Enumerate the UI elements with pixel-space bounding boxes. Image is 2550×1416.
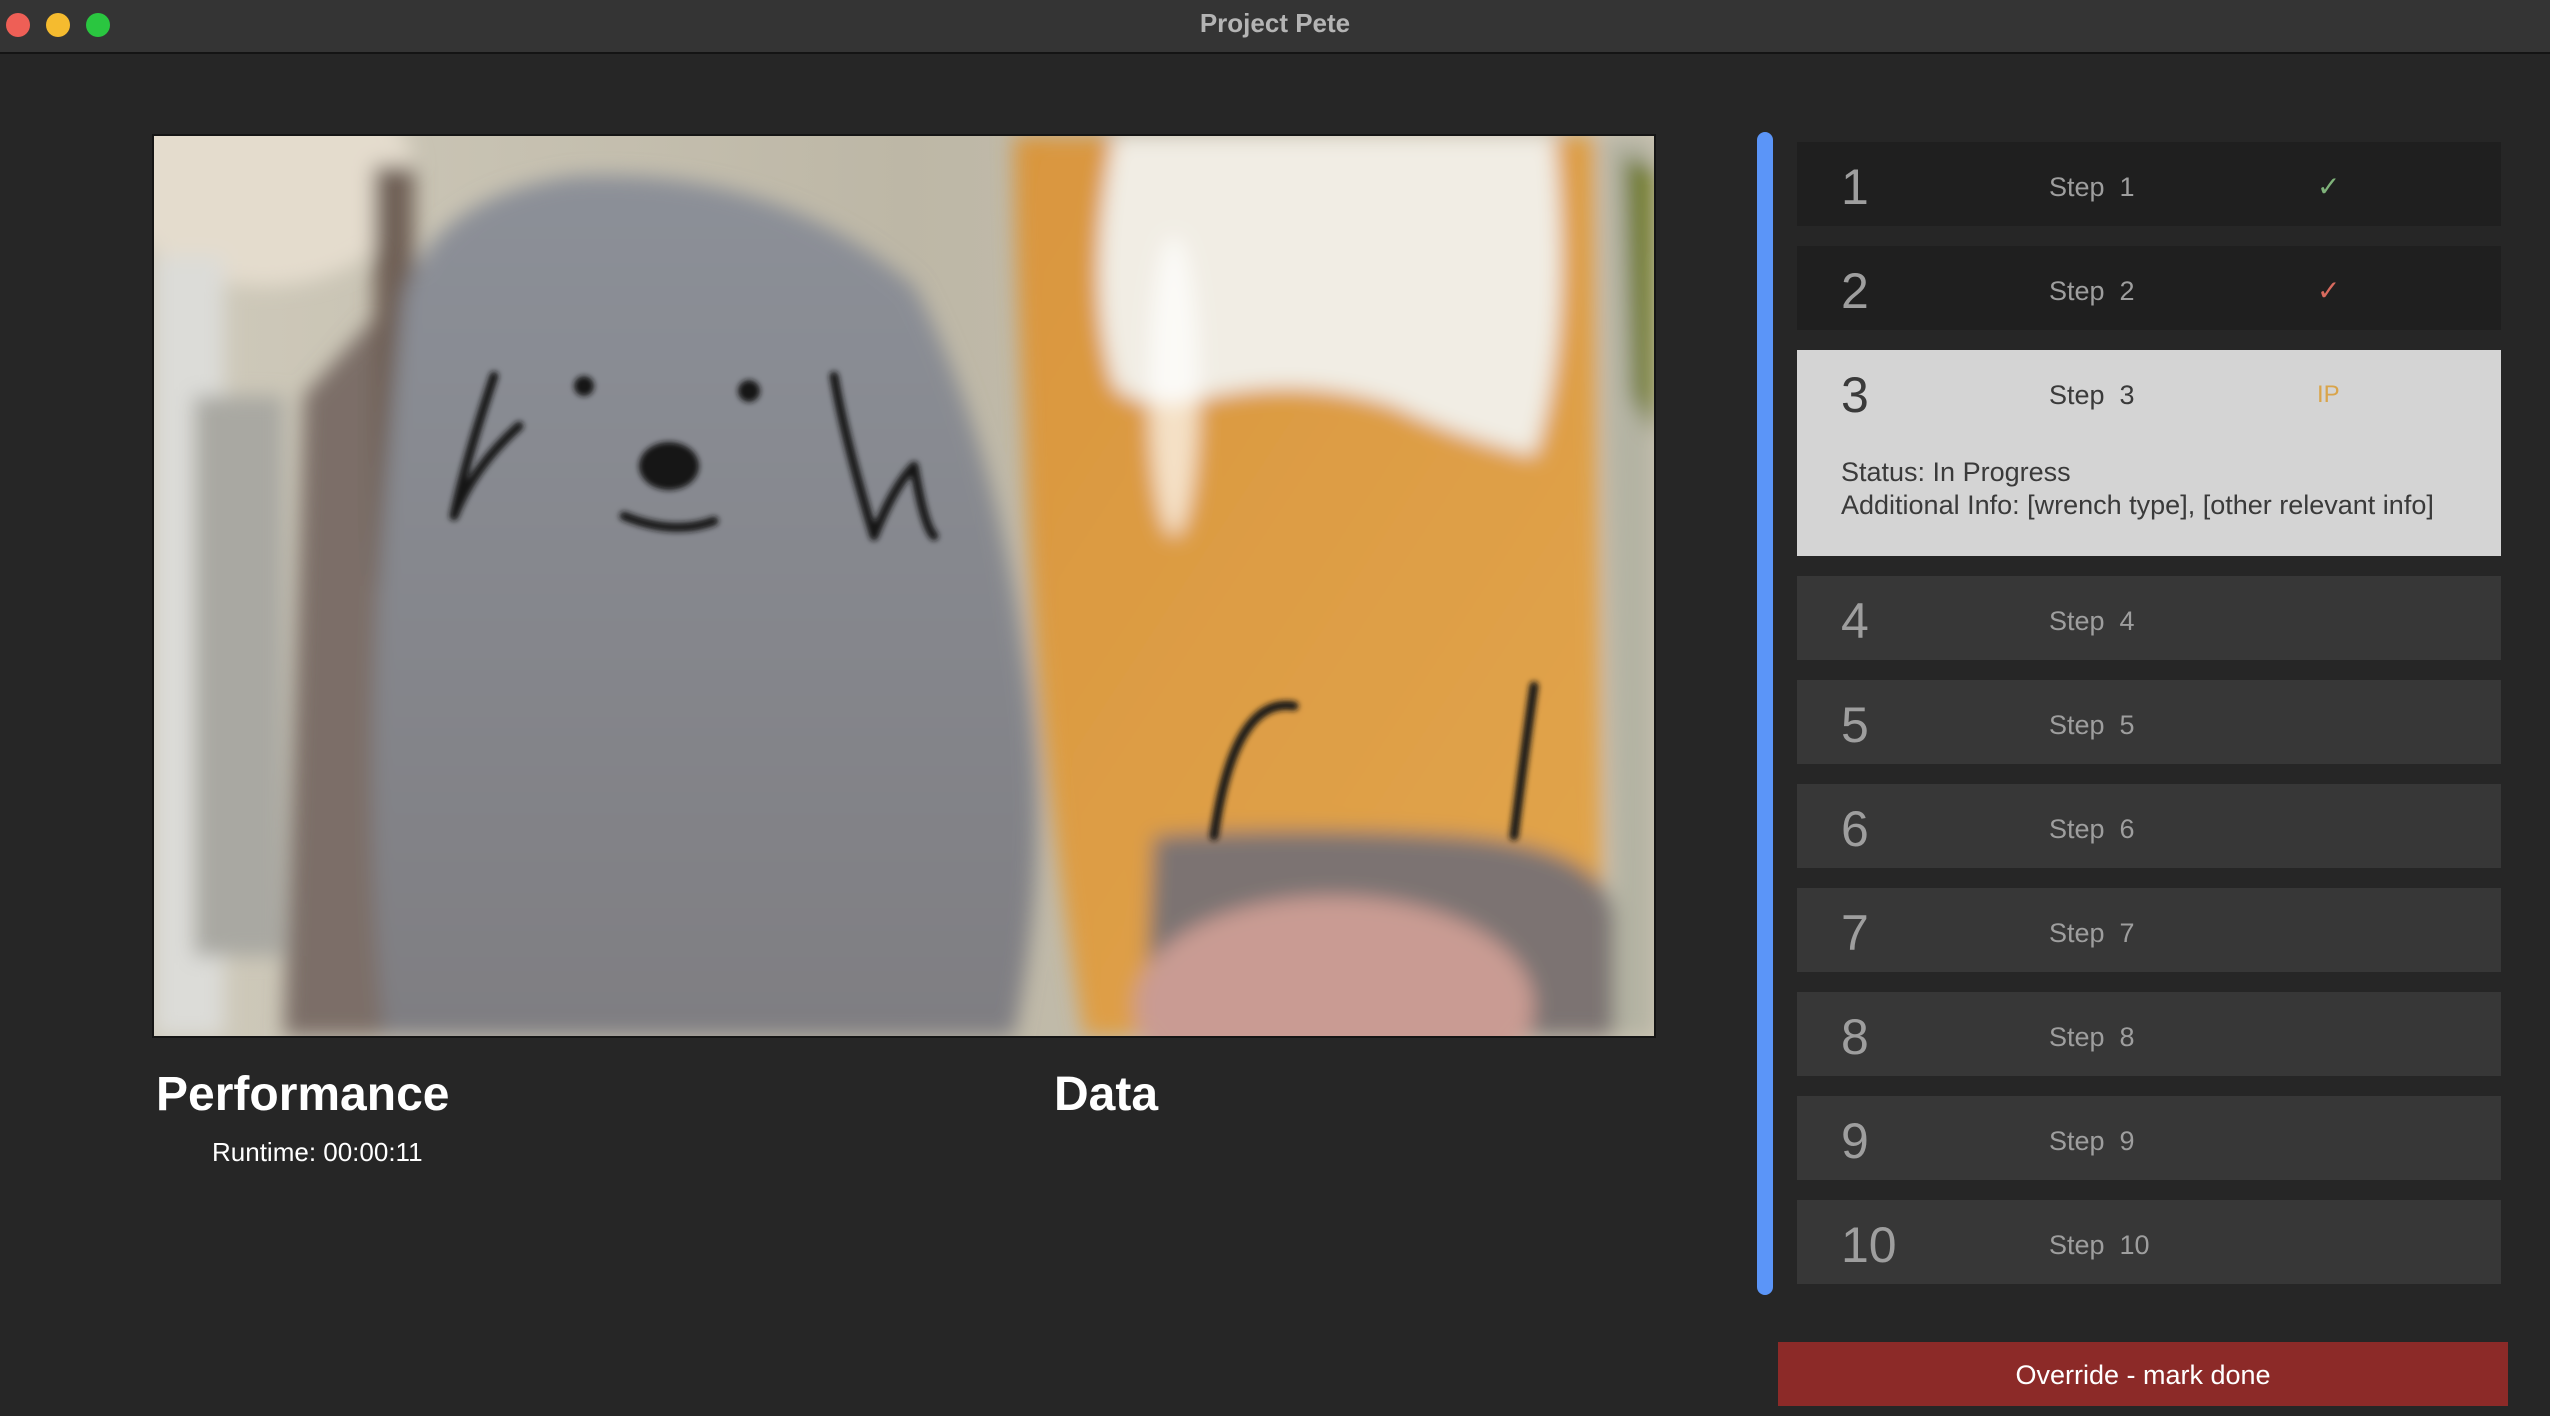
step-item-9[interactable]: 9 Step 9 bbox=[1797, 1096, 2501, 1180]
step-details: Status: In Progress Additional Info: [wr… bbox=[1841, 456, 2434, 522]
step-item-7[interactable]: 7 Step 7 bbox=[1797, 888, 2501, 972]
step-status: Status: In Progress bbox=[1841, 457, 2071, 487]
step-additional-info: Additional Info: [wrench type], [other r… bbox=[1841, 490, 2434, 520]
step-number: 6 bbox=[1841, 801, 1869, 857]
step-list: 1 Step 1 ✓ 2 Step 2 ✓ 3 Step 3 IP Status… bbox=[1797, 142, 2501, 1304]
override-mark-done-button[interactable]: Override - mark done bbox=[1778, 1342, 2508, 1406]
step-label: Step 9 bbox=[2049, 1126, 2135, 1156]
step-label: Step 10 bbox=[2049, 1230, 2150, 1260]
step-number: 3 bbox=[1841, 367, 1869, 423]
title-bar: Project Pete bbox=[0, 0, 2550, 54]
step-label: Step 3 bbox=[2049, 380, 2135, 410]
step-number: 1 bbox=[1841, 159, 1869, 215]
step-label: Step 5 bbox=[2049, 710, 2135, 740]
step-number: 10 bbox=[1841, 1217, 1897, 1273]
window-title: Project Pete bbox=[1199, 8, 1351, 38]
step-list-scrollbar[interactable] bbox=[1757, 132, 1773, 1295]
camera-feed bbox=[152, 134, 1656, 1038]
step-label: Step 2 bbox=[2049, 276, 2135, 306]
camera-feed-image bbox=[154, 136, 1654, 1036]
runtime-readout: Runtime: 00:00:11 bbox=[212, 1137, 423, 1167]
step-label: Step 1 bbox=[2049, 172, 2135, 202]
step-label: Step 7 bbox=[2049, 918, 2135, 948]
step-label: Step 8 bbox=[2049, 1022, 2135, 1052]
step-item-2[interactable]: 2 Step 2 ✓ bbox=[1797, 246, 2501, 330]
step-number: 2 bbox=[1841, 263, 1869, 319]
step-label: Step 6 bbox=[2049, 814, 2135, 844]
step-number: 8 bbox=[1841, 1009, 1869, 1065]
step-item-3[interactable]: 3 Step 3 IP Status: In Progress Addition… bbox=[1797, 350, 2501, 556]
in-progress-badge: IP bbox=[2317, 381, 2340, 408]
step-item-6[interactable]: 6 Step 6 bbox=[1797, 784, 2501, 868]
step-label: Step 4 bbox=[2049, 606, 2135, 636]
step-number: 4 bbox=[1841, 593, 1869, 649]
step-number: 7 bbox=[1841, 905, 1869, 961]
data-heading: Data bbox=[1054, 1068, 1159, 1121]
checkmark-icon: ✓ bbox=[2317, 275, 2341, 306]
step-item-8[interactable]: 8 Step 8 bbox=[1797, 992, 2501, 1076]
step-number: 9 bbox=[1841, 1113, 1869, 1169]
step-item-4[interactable]: 4 Step 4 bbox=[1797, 576, 2501, 660]
performance-heading: Performance bbox=[156, 1068, 450, 1121]
step-item-5[interactable]: 5 Step 5 bbox=[1797, 680, 2501, 764]
checkmark-icon: ✓ bbox=[2317, 171, 2341, 202]
step-number: 5 bbox=[1841, 697, 1869, 753]
step-item-1[interactable]: 1 Step 1 ✓ bbox=[1797, 142, 2501, 226]
step-item-10[interactable]: 10 Step 10 bbox=[1797, 1200, 2501, 1284]
